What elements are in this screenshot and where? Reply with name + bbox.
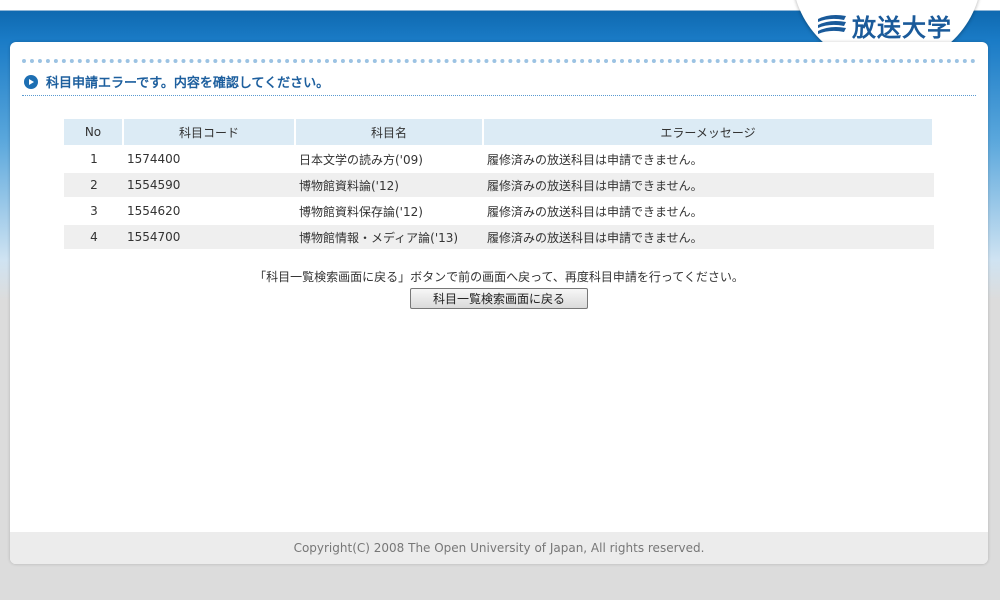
column-header-message: エラーメッセージ (484, 119, 934, 145)
row-name: 博物館資料論('12) (296, 173, 484, 197)
column-header-name: 科目名 (296, 119, 484, 145)
column-header-code: 科目コード (124, 119, 296, 145)
logo-text: 放送大学 (852, 13, 952, 42)
row-code: 1554590 (124, 173, 296, 197)
footer-copyright: Copyright(C) 2008 The Open University of… (10, 532, 988, 564)
wave-logo-icon (818, 15, 846, 34)
row-code: 1554700 (124, 225, 296, 249)
row-no: 1 (64, 147, 124, 171)
row-name: 日本文学の読み方('09) (296, 147, 484, 171)
table-row: 1 1574400 日本文学の読み方('09) 履修済みの放送科目は申請できませ… (64, 147, 934, 171)
error-table: No 科目コード 科目名 エラーメッセージ 1 1574400 日本文学の読み方… (64, 117, 934, 251)
instruction-text: 「科目一覧検索画面に戻る」ボタンで前の画面へ戻って、再度科目申請を行ってください… (254, 270, 744, 284)
header-dotted-rule (22, 59, 976, 63)
play-circle-icon (24, 74, 38, 89)
title-dotted-rule (22, 95, 976, 96)
row-no: 3 (64, 199, 124, 223)
row-message: 履修済みの放送科目は申請できません。 (484, 147, 934, 171)
row-no: 2 (64, 173, 124, 197)
back-to-search-button[interactable]: 科目一覧検索画面に戻る (410, 288, 588, 309)
row-name: 博物館資料保存論('12) (296, 199, 484, 223)
table-row: 2 1554590 博物館資料論('12) 履修済みの放送科目は申請できません。 (64, 173, 934, 197)
row-message: 履修済みの放送科目は申請できません。 (484, 199, 934, 223)
table-row: 3 1554620 博物館資料保存論('12) 履修済みの放送科目は申請できませ… (64, 199, 934, 223)
page-title: 科目申請エラーです。内容を確認してください。 (46, 76, 330, 91)
row-code: 1574400 (124, 147, 296, 171)
row-no: 4 (64, 225, 124, 249)
column-header-no: No (64, 119, 124, 145)
row-code: 1554620 (124, 199, 296, 223)
row-message: 履修済みの放送科目は申請できません。 (484, 173, 934, 197)
row-name: 博物館情報・メディア論('13) (296, 225, 484, 249)
table-row: 4 1554700 博物館情報・メディア論('13) 履修済みの放送科目は申請で… (64, 225, 934, 249)
logo[interactable]: 放送大学 (816, 10, 952, 42)
table-header-row: No 科目コード 科目名 エラーメッセージ (64, 119, 934, 145)
main-panel: 科目申請エラーです。内容を確認してください。 No 科目コード 科目名 エラーメ… (10, 42, 988, 564)
row-message: 履修済みの放送科目は申請できません。 (484, 225, 934, 249)
page-title-row: 科目申請エラーです。内容を確認してください。 (24, 72, 329, 91)
bottom-strip (0, 578, 1000, 600)
